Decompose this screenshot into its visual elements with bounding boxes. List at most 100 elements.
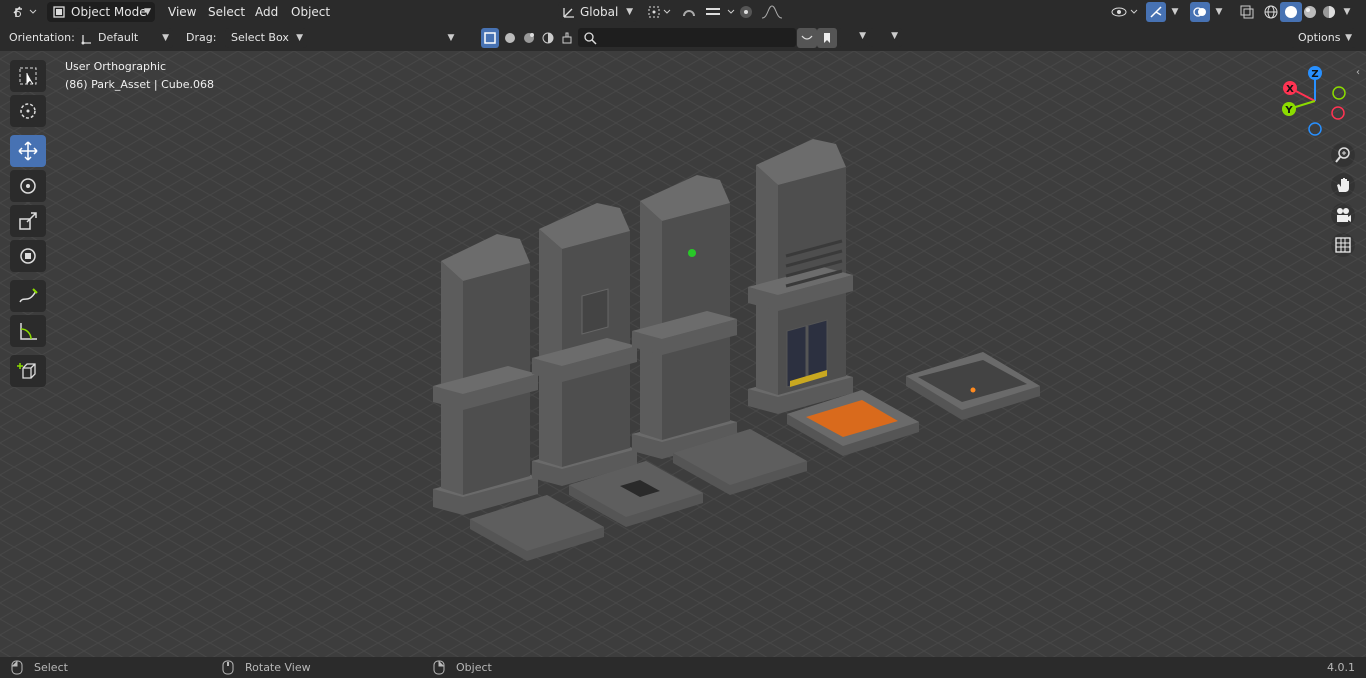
chevron-down-icon: ▼ <box>859 31 866 41</box>
axis-neg-y-handle[interactable] <box>1332 86 1346 100</box>
orientation-label: Orientation: <box>9 31 75 44</box>
grid-icon <box>1335 237 1351 253</box>
shading-solid-icon <box>1285 6 1297 18</box>
editor-type-button[interactable] <box>8 2 40 22</box>
pillar-plain[interactable] <box>433 234 538 515</box>
menu-view[interactable]: View <box>168 3 196 21</box>
pillar-door[interactable] <box>748 139 853 414</box>
select-mode-subtract[interactable] <box>520 28 538 48</box>
add-cube-icon <box>17 363 36 379</box>
pivot-icon <box>648 6 671 18</box>
tool-select-box[interactable] <box>10 60 46 92</box>
version-label: 4.0.1 <box>1327 661 1355 674</box>
snap-toggle[interactable] <box>678 2 700 22</box>
shading-wireframe-button[interactable] <box>1260 2 1282 22</box>
select-set-icon <box>484 32 496 44</box>
status-rotate-view: Rotate View <box>245 661 311 674</box>
drag-dropdown[interactable]: Select Box ▼ <box>225 28 307 48</box>
orientation-dropdown[interactable]: Default ▼ <box>76 28 173 48</box>
gizmo-toggle[interactable] <box>1146 2 1166 22</box>
scene-canvas[interactable] <box>0 51 1366 657</box>
transform-icon <box>20 248 36 264</box>
select-extend-icon <box>505 33 515 43</box>
move-icon <box>18 141 38 161</box>
snap-target-dropdown[interactable] <box>700 2 740 22</box>
visibility-dropdown[interactable] <box>1108 2 1142 22</box>
tool-rotate[interactable] <box>10 170 46 202</box>
menu-select[interactable]: Select <box>208 3 245 21</box>
pillar-vent[interactable] <box>532 203 637 486</box>
snap-target-icon <box>706 8 735 15</box>
pivot-point-button[interactable] <box>645 2 673 22</box>
filter-icon <box>801 35 813 40</box>
gizmo-dropdown[interactable]: ▼ <box>1166 2 1184 22</box>
catalog-dropdown[interactable]: ▼ <box>870 28 902 47</box>
drag-value: Select Box <box>231 31 289 44</box>
falloff-dropdown[interactable] <box>758 2 786 22</box>
select-mode-set[interactable] <box>481 28 499 48</box>
select-subtract-icon <box>524 33 534 43</box>
3d-viewport[interactable]: User Orthographic (86) Park_Asset | Cube… <box>0 51 1366 657</box>
camera-view-button[interactable] <box>1331 203 1355 227</box>
tool-annotate[interactable] <box>10 280 46 312</box>
collapse-button[interactable]: ▼ <box>440 28 462 48</box>
tool-add-cube[interactable] <box>10 355 46 387</box>
object-info: (86) Park_Asset | Cube.068 <box>65 78 215 91</box>
proportional-edit-toggle[interactable] <box>735 2 757 22</box>
tool-cursor[interactable] <box>10 95 46 127</box>
chevron-down-icon: ▼ <box>1343 7 1351 17</box>
zoom-button[interactable] <box>1331 143 1355 167</box>
status-object: Object <box>456 661 492 674</box>
menu-object[interactable]: Object <box>291 3 330 21</box>
select-mode-extend[interactable] <box>501 28 519 48</box>
bookmark-icon <box>824 33 830 43</box>
tool-settings-bar: Orientation: Default ▼ Drag: Select Box … <box>0 25 1366 51</box>
tool-scale[interactable] <box>10 205 46 237</box>
view-name: User Orthographic <box>65 60 167 73</box>
bookmark-button[interactable] <box>817 28 837 48</box>
cursor-icon <box>20 103 36 119</box>
editor-type-icon <box>13 6 37 17</box>
overlay-dropdown[interactable]: ▼ <box>1210 2 1228 22</box>
transform-orientation-dropdown[interactable]: Global ▼ <box>558 2 637 22</box>
mouse-middle-icon <box>222 660 234 675</box>
filter-button[interactable] <box>797 28 817 48</box>
search-input[interactable] <box>578 28 796 47</box>
sidebar-toggle[interactable]: ‹ <box>1356 67 1366 81</box>
xray-icon <box>1240 5 1254 19</box>
orientation-icon <box>81 35 91 45</box>
overlay-toggle[interactable] <box>1190 2 1210 22</box>
tool-measure[interactable] <box>10 315 46 347</box>
pillar-light[interactable] <box>632 175 737 459</box>
menu-add[interactable]: Add <box>255 3 278 21</box>
chevron-down-icon: ▼ <box>144 7 151 17</box>
tool-transform[interactable] <box>10 240 46 272</box>
tool-move[interactable] <box>10 135 46 167</box>
axis-neg-z-handle[interactable] <box>1308 122 1322 136</box>
select-mode-invert[interactable] <box>539 28 557 48</box>
axis-neg-x-handle[interactable] <box>1331 106 1345 120</box>
shading-dropdown[interactable]: ▼ <box>1338 2 1356 22</box>
mouse-right-icon <box>433 660 445 675</box>
navigation-gizmo[interactable]: Z X Y <box>1275 65 1355 140</box>
shading-material-icon <box>1304 6 1316 18</box>
shading-rendered-button[interactable] <box>1318 2 1340 22</box>
options-label: Options <box>1298 31 1341 44</box>
select-mode-intersect[interactable] <box>558 28 576 48</box>
pan-button[interactable] <box>1331 173 1355 197</box>
hand-icon <box>1337 178 1349 192</box>
falloff-icon <box>761 5 783 19</box>
chevron-down-icon: ▼ <box>1215 7 1223 17</box>
viewport-header: Object Mode ▼ View Select Add Object Glo… <box>0 0 1366 25</box>
measure-icon <box>20 323 37 340</box>
options-dropdown[interactable]: Options ▼ <box>1290 28 1356 48</box>
library-dropdown[interactable]: ▼ <box>838 28 870 47</box>
snap-icon <box>683 10 695 17</box>
ortho-toggle-button[interactable] <box>1331 233 1355 257</box>
xray-toggle[interactable] <box>1236 2 1258 22</box>
search-icon <box>584 32 597 45</box>
chevron-down-icon: ▼ <box>1171 7 1179 17</box>
mode-dropdown[interactable]: Object Mode ▼ <box>47 2 155 22</box>
orientation-value: Default <box>98 31 139 44</box>
mode-label: Object Mode <box>71 5 147 19</box>
